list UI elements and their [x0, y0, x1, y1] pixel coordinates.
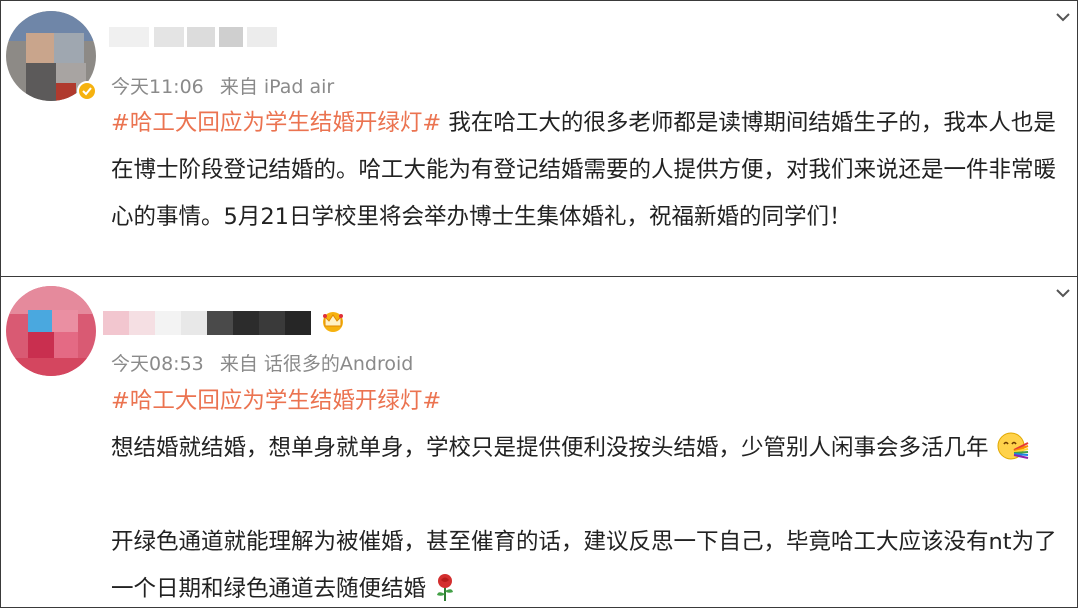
post-text: 开绿色通道就能理解为被催婚，甚至催育的话，建议反思一下自己，毕竟哈工大应该没有n… [111, 529, 1057, 602]
post-body: #哈工大回应为学生结婚开绿灯# 我在哈工大的很多老师都是读博期间结婚生子的，我本… [111, 100, 1071, 241]
post-meta: 今天11:06 来自 iPad air [111, 72, 344, 99]
weibo-post-2: 今天08:53 来自 话很多的Android #哈工大回应为学生结婚开绿灯# 想… [0, 276, 1078, 608]
post-time[interactable]: 今天11:06 [111, 76, 204, 98]
weibo-post-1: 今天11:06 来自 iPad air #哈工大回应为学生结婚开绿灯# 我在哈工… [0, 0, 1078, 277]
hashtag-link[interactable]: #哈工大回应为学生结婚开绿灯# [111, 110, 441, 136]
post-paragraph-1: 想结婚就结婚，想单身就单身，学校只是提供便利没按头结婚，少管别人闲事会多活几年 [111, 425, 1071, 472]
crown-badge-icon [323, 312, 343, 332]
chevron-down-icon[interactable] [1055, 9, 1071, 25]
username-blurred[interactable] [109, 23, 279, 49]
post-source: 来自 话很多的Android [219, 353, 414, 375]
post-text: 想结婚就结婚，想单身就单身，学校只是提供便利没按头结婚，少管别人闲事会多活几年 [111, 435, 989, 461]
rainbow-face-emoji [997, 432, 1029, 460]
chevron-down-icon[interactable] [1055, 285, 1071, 301]
post-paragraph-2: 开绿色通道就能理解为被催婚，甚至催育的话，建议反思一下自己，毕竟哈工大应该没有n… [111, 519, 1071, 613]
post-meta: 今天08:53 来自 话很多的Android [111, 349, 423, 376]
post-time[interactable]: 今天08:53 [111, 353, 204, 375]
username-blurred[interactable] [53, 311, 313, 337]
post-source: 来自 iPad air [219, 76, 335, 98]
post-hashtag-line: #哈工大回应为学生结婚开绿灯# [111, 378, 1071, 425]
verified-badge-icon [77, 81, 97, 101]
hashtag-link[interactable]: #哈工大回应为学生结婚开绿灯# [111, 388, 441, 414]
rose-emoji [437, 574, 454, 601]
